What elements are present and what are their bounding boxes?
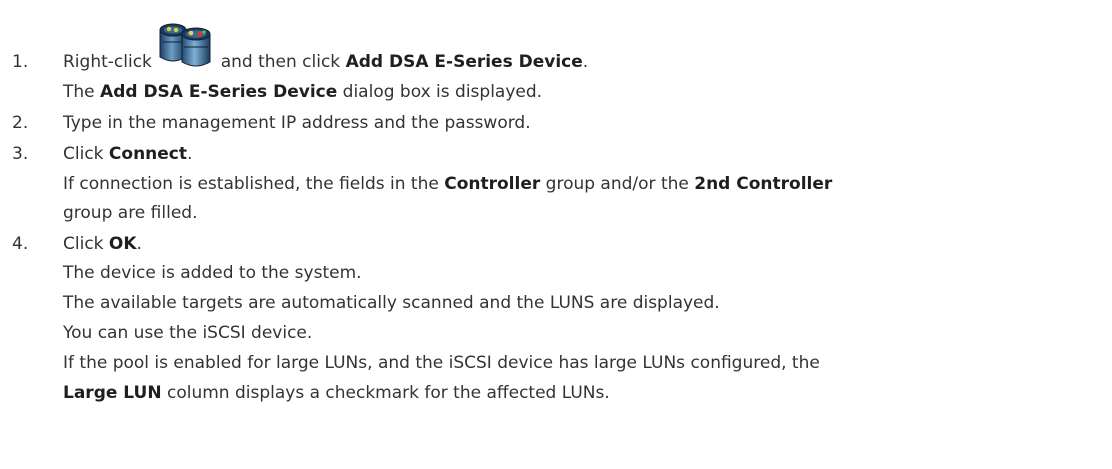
punctuation: .: [582, 52, 589, 72]
step-4-line-1: Click OK.: [63, 234, 142, 254]
text-segment: If connection is established, the fields…: [63, 174, 439, 194]
text-segment: The: [63, 82, 95, 102]
text-segment: You can use the iSCSI device.: [63, 323, 313, 343]
step-1-line-2: The Add DSA E-Series Device dialog box i…: [63, 82, 542, 102]
bold-term: Controller: [444, 174, 541, 194]
storage-device-icon: [157, 23, 215, 67]
bold-term: Add DSA E-Series Device: [345, 52, 583, 72]
bold-term: OK: [108, 234, 137, 254]
instruction-document: 1. Right-click and then click Add DSA E-…: [0, 0, 1112, 469]
text-segment: The device is added to the system.: [63, 263, 362, 283]
step-4-line-6: Large LUN column displays a checkmark fo…: [63, 383, 610, 403]
bold-term: 2nd Controller: [694, 174, 833, 194]
text-segment: dialog box is displayed.: [342, 82, 543, 102]
bold-term: Add DSA E-Series Device: [100, 82, 338, 102]
step-4-line-4: You can use the iSCSI device.: [63, 323, 312, 343]
text-segment: Type in the management IP address and th…: [63, 113, 531, 133]
text-segment: If the pool is enabled for large LUNs, a…: [63, 353, 820, 373]
text-segment: group and/or the: [545, 174, 689, 194]
step-number: 1.: [12, 52, 29, 72]
text-segment: Click: [63, 144, 104, 164]
text-segment: Click: [63, 234, 104, 254]
punctuation: .: [187, 144, 193, 164]
step-number: 3.: [12, 144, 29, 164]
step-3-line-3: group are filled.: [63, 203, 197, 223]
step-4-line-2: The device is added to the system.: [63, 263, 362, 283]
punctuation: .: [136, 234, 142, 254]
step-number: 4.: [12, 234, 29, 254]
step-number: 2.: [12, 113, 29, 133]
text-segment: Right-click: [63, 52, 152, 72]
step-3-line-1: Click Connect.: [63, 144, 192, 164]
text-segment: and then click: [220, 52, 341, 72]
step-4-line-5: If the pool is enabled for large LUNs, a…: [63, 353, 820, 373]
step-4-line-3: The available targets are automatically …: [63, 293, 720, 313]
step-1-line-1: Right-click and then click Add DSA E-Ser…: [63, 23, 589, 72]
text-segment: The available targets are automatically …: [63, 293, 720, 313]
bold-term: Large LUN: [63, 383, 162, 403]
text-segment: column displays a checkmark for the affe…: [166, 383, 610, 403]
step-2-line-1: Type in the management IP address and th…: [63, 113, 531, 133]
step-3-line-2: If connection is established, the fields…: [63, 174, 832, 194]
text-segment: group are filled.: [63, 203, 198, 223]
bold-term: Connect: [108, 144, 188, 164]
